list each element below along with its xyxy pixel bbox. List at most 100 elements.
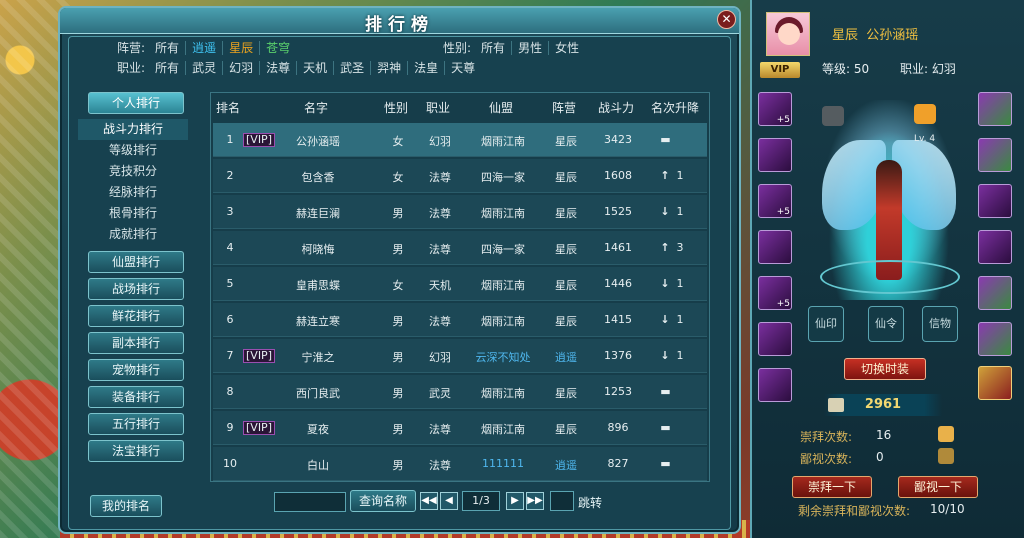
- job-option[interactable]: 武圣: [334, 61, 372, 75]
- cell-camp: 星辰: [555, 171, 577, 184]
- cell-name: 皇甫思蝶: [296, 279, 340, 292]
- nav-pet-ranking[interactable]: 宠物排行: [88, 359, 184, 381]
- nav-sub-bone[interactable]: 根骨排行: [78, 203, 188, 224]
- job-option[interactable]: 羿神: [371, 61, 409, 75]
- cell-name: 白山: [307, 459, 329, 472]
- nav-equipment-ranking[interactable]: 装备排行: [88, 386, 184, 408]
- cell-power: 1253: [604, 385, 632, 398]
- equipment-slot-charm-icon[interactable]: [978, 322, 1012, 356]
- remaining-count: 10/10: [930, 502, 965, 516]
- table-row[interactable]: 3 赫连巨澜 男 法尊 烟雨江南 星辰 1525 ↓ 1: [213, 195, 707, 229]
- cell-job: 法尊: [429, 171, 451, 184]
- cell-camp: 逍遥: [555, 459, 577, 472]
- cell-job: 天机: [429, 279, 451, 292]
- camp-option-xingchen[interactable]: 星辰: [223, 41, 261, 55]
- nav-treasure-ranking[interactable]: 法宝排行: [88, 440, 184, 462]
- equipment-slot-gloves-icon[interactable]: [978, 230, 1012, 264]
- cell-job: 法尊: [429, 423, 451, 436]
- cell-gender: 男: [392, 243, 404, 256]
- switch-outfit-button[interactable]: 切换时装: [844, 358, 926, 380]
- table-row[interactable]: 7 [VIP] 宁淮之 男 幻羽 云深不知处 逍遥 1376 ↓ 1: [213, 339, 707, 373]
- platform-ring: [820, 260, 960, 294]
- character-name: 公孙涵瑶: [866, 28, 919, 43]
- equipment-slot-weapon-icon[interactable]: [758, 138, 792, 172]
- cell-power: 1415: [604, 313, 632, 326]
- nav-sub-arena[interactable]: 竞技积分: [78, 161, 188, 182]
- camp-option-xiaoyao[interactable]: 逍遥: [186, 41, 224, 55]
- prev-page-icon[interactable]: ◀: [440, 492, 458, 510]
- jump-button[interactable]: 跳转: [578, 494, 602, 511]
- enhance-level: +5: [776, 115, 790, 125]
- job-value: 幻羽: [931, 62, 956, 76]
- nav-personal-ranking[interactable]: 个人排行: [88, 92, 184, 114]
- gender-option-male[interactable]: 男性: [512, 41, 550, 55]
- worship-button[interactable]: 崇拜一下: [792, 476, 872, 498]
- token-slot[interactable]: 仙令: [868, 306, 904, 342]
- job-option[interactable]: 法皇: [408, 61, 446, 75]
- character-camp: 星辰: [832, 28, 859, 43]
- jump-page-input[interactable]: [550, 491, 574, 511]
- equipment-slot-bracer-icon[interactable]: [978, 184, 1012, 218]
- equipment-slot-ring-icon[interactable]: [978, 92, 1012, 126]
- mount-slot-icon[interactable]: [978, 366, 1012, 400]
- equipment-slot-helmet-icon[interactable]: +5: [758, 92, 792, 126]
- arrow-down-icon: ↓: [660, 349, 670, 362]
- vip-badge: VIP: [760, 62, 800, 78]
- first-page-icon[interactable]: ◀◀: [420, 492, 438, 510]
- last-page-icon[interactable]: ▶▶: [526, 492, 544, 510]
- nav-sub-meridian[interactable]: 经脉排行: [78, 182, 188, 203]
- seal-slot[interactable]: 仙印: [808, 306, 844, 342]
- job-option[interactable]: 天机: [297, 61, 335, 75]
- job-option[interactable]: 天尊: [445, 61, 481, 75]
- despise-button[interactable]: 鄙视一下: [898, 476, 978, 498]
- nav-battlefield-ranking[interactable]: 战场排行: [88, 278, 184, 300]
- close-icon[interactable]: ✕: [717, 10, 736, 29]
- nav-sub-level[interactable]: 等级排行: [78, 140, 188, 161]
- job-option[interactable]: 武灵: [186, 61, 224, 75]
- keepsake-slot[interactable]: 信物: [922, 306, 958, 342]
- table-row[interactable]: 4 柯晓悔 男 法尊 四海一家 星辰 1461 ↑ 3: [213, 231, 707, 265]
- my-rank-button[interactable]: 我的排名: [90, 495, 162, 517]
- table-row[interactable]: 5 皇甫思蝶 女 天机 烟雨江南 星辰 1446 ↓ 1: [213, 267, 707, 301]
- camp-option-all[interactable]: 所有: [149, 41, 187, 55]
- cell-guild: 四海一家: [481, 171, 525, 184]
- job-option[interactable]: 所有: [149, 61, 187, 75]
- equipment-slot-pendant-icon[interactable]: [978, 276, 1012, 310]
- job-option[interactable]: 幻羽: [223, 61, 261, 75]
- nav-dungeon-ranking[interactable]: 副本排行: [88, 332, 184, 354]
- header-job: 职业: [425, 101, 450, 115]
- gender-option-female[interactable]: 女性: [549, 41, 585, 55]
- table-row[interactable]: 9 [VIP] 夏夜 男 法尊 烟雨江南 星辰 896 ▬: [213, 411, 707, 445]
- table-row[interactable]: 6 赫连立寒 男 法尊 烟雨江南 星辰 1415 ↓ 1: [213, 303, 707, 337]
- arrow-up-icon: ↑: [660, 241, 670, 254]
- table-row[interactable]: 8 西门良武 男 武灵 烟雨江南 星辰 1253 ▬: [213, 375, 707, 409]
- camp-filter: 阵营: 所有 逍遥 星辰 苍穹: [111, 39, 296, 57]
- camp-option-cangqiong[interactable]: 苍穹: [260, 41, 296, 55]
- equipment-slot-amulet-icon[interactable]: [978, 138, 1012, 172]
- search-input[interactable]: [274, 492, 346, 512]
- nav-sub-power[interactable]: 战斗力排行: [78, 119, 188, 140]
- job-option[interactable]: 法尊: [260, 61, 298, 75]
- nav-flower-ranking[interactable]: 鲜花排行: [88, 305, 184, 327]
- next-page-icon[interactable]: ▶: [506, 492, 524, 510]
- table-row[interactable]: 10 白山 男 法尊 111111 逍遥 827 ▬: [213, 447, 707, 481]
- table-row[interactable]: 1 [VIP] 公孙涵瑶 女 幻羽 烟雨江南 星辰 3423 ▬: [213, 123, 707, 157]
- cell-power: 1376: [604, 349, 632, 362]
- equipment-slot-trinket-icon[interactable]: [758, 368, 792, 402]
- equipment-slot-necklace-icon[interactable]: +5: [758, 184, 792, 218]
- nav-element-ranking[interactable]: 五行排行: [88, 413, 184, 435]
- nav-sub-achievement[interactable]: 成就排行: [78, 224, 188, 245]
- equipment-slot-belt-icon[interactable]: +5: [758, 276, 792, 310]
- search-name-button[interactable]: 查询名称: [350, 490, 416, 512]
- cell-camp: 星辰: [555, 387, 577, 400]
- despise-label: 鄙视次数:: [800, 452, 853, 466]
- equipment-slot-armor-icon[interactable]: [758, 230, 792, 264]
- gem-icon: [822, 106, 844, 126]
- cell-camp: 星辰: [555, 243, 577, 256]
- nav-guild-ranking[interactable]: 仙盟排行: [88, 251, 184, 273]
- cell-gender: 男: [392, 351, 404, 364]
- gender-option-all[interactable]: 所有: [475, 41, 513, 55]
- despise-count: 0: [876, 450, 884, 464]
- equipment-slot-boots-icon[interactable]: [758, 322, 792, 356]
- table-row[interactable]: 2 包含香 女 法尊 四海一家 星辰 1608 ↑ 1: [213, 159, 707, 193]
